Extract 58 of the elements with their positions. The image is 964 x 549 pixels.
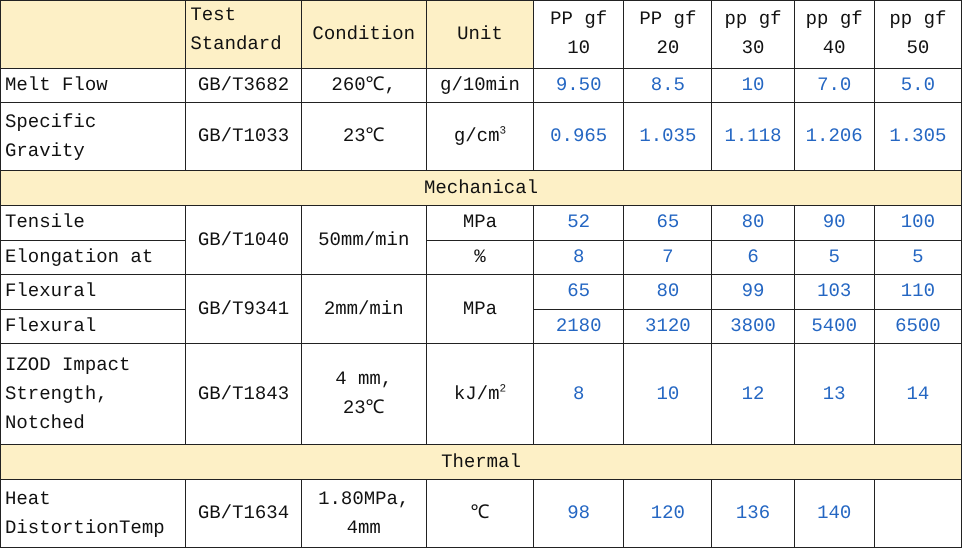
row-label: Heat DistortionTemp [0,480,186,548]
table-cell: 7 [624,240,712,275]
table-cell: 80 [624,274,712,310]
table-cell: 140 [794,480,874,548]
column-header: Unit [426,0,534,68]
table-cell: 6500 [874,309,962,344]
table-cell: MPa [426,274,534,344]
table-cell: 136 [712,480,794,548]
table-cell: 120 [624,480,712,548]
table-cell: 100 [874,205,962,240]
table-cell: ℃ [426,480,534,548]
table-cell: 110 [874,274,962,310]
table-cell: 1.80MPa, 4mm [301,480,426,548]
section-heading: Thermal [0,444,962,480]
table-cell: 5 [874,240,962,275]
table-cell: 7.0 [794,68,874,103]
table-cell: 65 [624,205,712,240]
table-cell: 2mm/min [301,274,426,344]
table-cell: % [426,240,534,275]
table-cell: 8 [534,240,624,275]
column-header: PP gf 20 [624,0,712,68]
column-header: Test Standard [186,0,302,68]
table-cell: 98 [534,480,624,548]
table-cell: 2180 [534,309,624,344]
table-cell: 50mm/min [301,205,426,275]
table-cell: GB/T1040 [186,205,302,275]
table-cell: 5 [794,240,874,275]
table-cell: 90 [794,205,874,240]
column-header: pp gf 40 [794,0,874,68]
column-header: pp gf 50 [874,0,962,68]
table-cell: 80 [712,205,794,240]
table-cell: 6 [712,240,794,275]
table-cell: 3800 [712,309,794,344]
row-label: Flexural [0,274,186,310]
table-cell: GB/T1634 [186,480,302,548]
table-cell: 5400 [794,309,874,344]
table-cell: 3120 [624,309,712,344]
table-cell: 103 [794,274,874,310]
row-label: Melt Flow [0,68,186,103]
table-cell: 9.50 [534,68,624,103]
column-header: pp gf 30 [712,0,794,68]
table-cell: 8.5 [624,68,712,103]
row-label: Flexural [0,309,186,344]
column-header: PP gf 10 [534,0,624,68]
table-cell: g/10min [426,68,534,103]
table-cell: 5.0 [874,68,962,103]
table-cell: MPa [426,205,534,240]
table-cell: 52 [534,205,624,240]
table-cell: GB/T3682 [186,68,302,103]
table-cell: 99 [712,274,794,310]
row-label: Elongation at [0,240,186,275]
column-header: Condition [301,0,426,68]
table-cell: GB/T9341 [186,274,302,344]
row-label: Tensile [0,205,186,240]
table-cell: 65 [534,274,624,310]
table-cell: 260℃, [301,68,426,103]
section-heading: Mechanical [0,170,962,206]
table-cell: 10 [712,68,794,103]
